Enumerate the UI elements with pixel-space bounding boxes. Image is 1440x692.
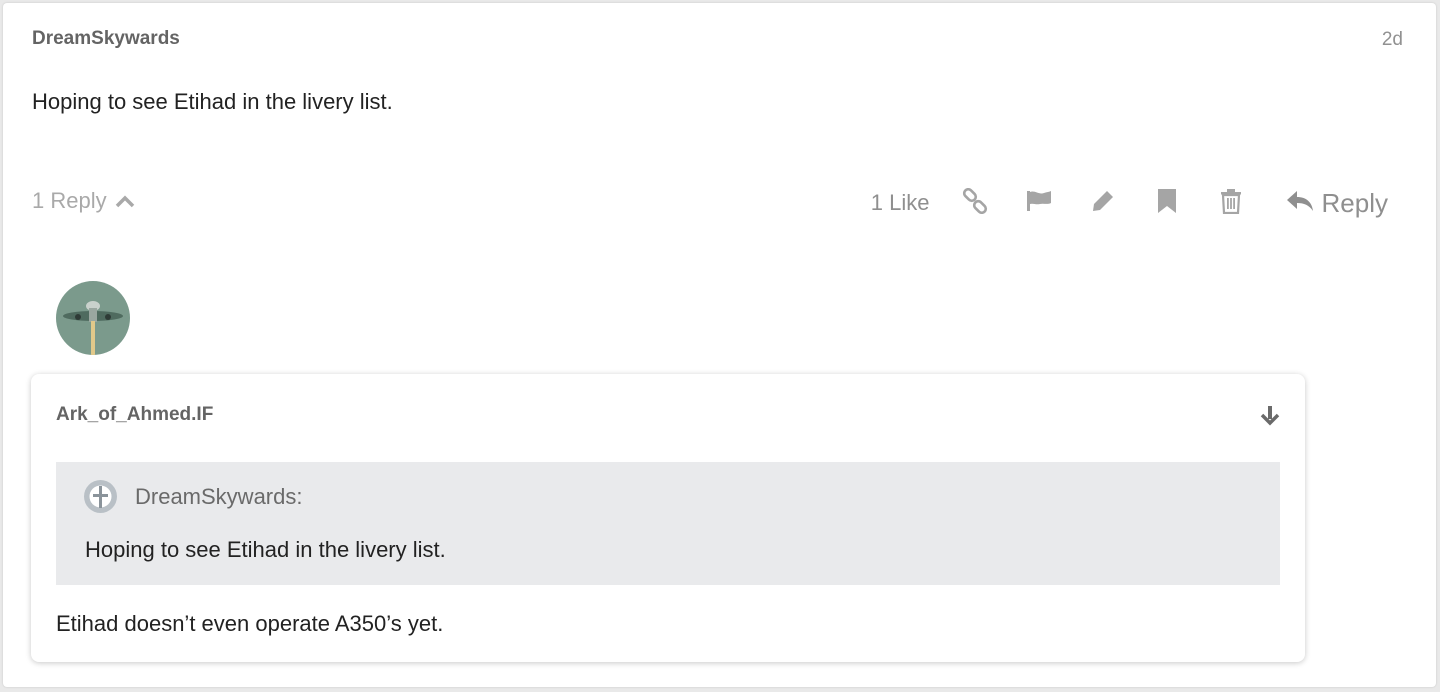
flag-button[interactable] [1020, 184, 1058, 222]
quote-block: DreamSkywards: Hoping to see Etihad in t… [56, 462, 1280, 585]
reply-card: Ark_of_Ahmed.IF DreamSkywards: Hoping to… [31, 374, 1305, 662]
trash-icon [1220, 188, 1242, 219]
quote-text: Hoping to see Etihad in the livery list. [85, 537, 446, 562]
reply-body: Etihad doesn’t even operate A350’s yet. [56, 611, 444, 636]
reply-button[interactable]: Reply [1286, 188, 1388, 219]
bookmark-button[interactable] [1148, 184, 1186, 222]
link-icon [962, 187, 988, 219]
post-body: Hoping to see Etihad in the livery list. [32, 89, 393, 114]
quote-avatar[interactable] [84, 480, 117, 513]
reply-arrow-icon [1286, 188, 1314, 219]
quote-author[interactable]: DreamSkywards: [135, 484, 302, 510]
flag-icon [1025, 189, 1053, 218]
pencil-icon [1090, 188, 1116, 219]
arrow-down-icon [1259, 406, 1281, 430]
replies-toggle-button[interactable]: 1 Reply [32, 188, 135, 214]
edit-button[interactable] [1084, 184, 1122, 222]
post-username[interactable]: DreamSkywards [32, 28, 180, 50]
chevron-up-icon [115, 188, 135, 214]
reply-username[interactable]: Ark_of_Ahmed.IF [56, 404, 213, 426]
avatar[interactable] [56, 281, 130, 355]
share-link-button[interactable] [956, 184, 994, 222]
reply-button-label: Reply [1321, 187, 1388, 218]
post-actions: 1 Like Reply [871, 181, 1388, 225]
expand-reply-button[interactable] [1259, 404, 1281, 426]
bookmark-icon [1156, 188, 1178, 219]
post-date[interactable]: 2d [1382, 29, 1403, 51]
delete-button[interactable] [1212, 184, 1250, 222]
post-card: DreamSkywards 2d Hoping to see Etihad in… [3, 3, 1436, 687]
replies-count-label: 1 Reply [32, 188, 107, 213]
like-count-button[interactable]: 1 Like [871, 190, 930, 216]
